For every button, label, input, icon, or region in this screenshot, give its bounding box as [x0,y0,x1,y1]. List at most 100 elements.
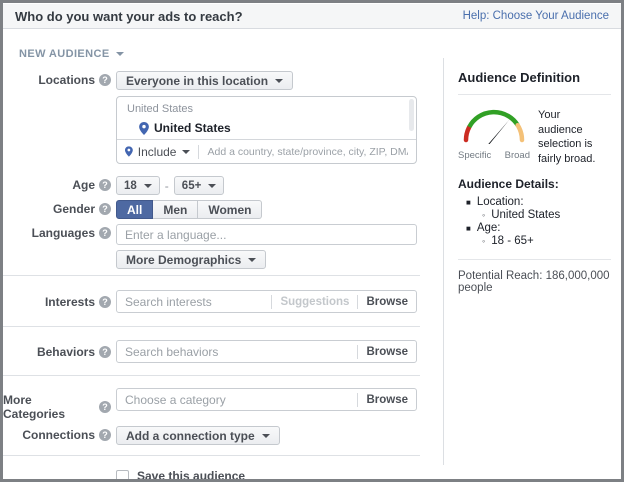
help-icon[interactable]: ? [99,296,111,308]
location-include-row: Include Add a country, state/province, c… [117,139,416,163]
more-categories-search-box[interactable]: Choose a category Browse [116,388,417,411]
save-audience-row: Save this audience [116,469,440,482]
audience-selector-label: NEW AUDIENCE [19,48,110,60]
ad-audience-window: Who do you want your ads to reach? Help:… [0,0,624,482]
save-audience-label: Save this audience [137,469,245,482]
gender-row: Gender ? All Men Women [3,200,440,219]
panel-divider [458,259,611,260]
save-audience-checkbox[interactable] [116,470,129,482]
header-bar: Who do you want your ads to reach? Help:… [3,4,621,29]
locations-row: Locations ? Everyone in this location [3,71,440,90]
audience-definition-panel: Audience Definition Specific Broad Your … [443,58,621,465]
browse-button[interactable]: Browse [366,394,408,406]
location-group-header: United States [127,103,416,115]
more-demographics-row: More Demographics [3,250,440,269]
gauge-specific-label: Specific [458,150,491,161]
bullet-icon: ■ [466,224,471,233]
panel-divider [458,94,611,95]
behaviors-row: Behaviors ? Search behaviors Browse [3,340,440,363]
connections-row: Connections ? Add a connection type [3,426,440,445]
separator [271,295,272,309]
bullet-icon: ■ [466,198,471,207]
age-min-dropdown[interactable]: 18 [116,176,160,195]
gauge-needle [487,119,510,144]
selected-location-item[interactable]: United States [139,121,416,135]
bullet-circle-icon: ◦ [482,210,485,220]
help-link[interactable]: Help: Choose Your Audience [463,10,609,22]
section-divider [3,375,420,376]
potential-reach: Potential Reach: 186,000,000 people [458,270,611,294]
separator [357,393,358,407]
page-title: Who do you want your ads to reach? [15,9,243,24]
browse-button[interactable]: Browse [366,296,408,308]
behaviors-search-box[interactable]: Search behaviors Browse [116,340,417,363]
detail-item: ■ Age: [466,222,611,234]
audience-gauge: Specific Broad Your audience selection i… [458,104,611,166]
help-icon[interactable]: ? [99,227,111,239]
help-icon[interactable]: ? [99,429,111,441]
help-icon[interactable]: ? [99,401,111,413]
gauge-message: Your audience selection is fairly broad. [538,104,604,166]
behaviors-input[interactable]: Search behaviors [125,345,349,359]
detail-item: ■ Location: [466,196,611,208]
browse-button[interactable]: Browse [366,346,408,358]
gender-option-all[interactable]: All [116,200,153,219]
gender-segmented-control: All Men Women [116,200,262,219]
section-divider [3,275,420,276]
gauge-broad-label: Broad [505,150,530,161]
scrollbar[interactable] [409,99,414,131]
more-demographics-button[interactable]: More Demographics [116,250,266,269]
help-icon[interactable]: ? [99,74,111,86]
age-max-dropdown[interactable]: 65+ [174,176,225,195]
gender-option-women[interactable]: Women [198,200,262,219]
location-search-input[interactable]: Add a country, state/province, city, ZIP… [207,146,408,158]
languages-input[interactable] [116,224,417,245]
audience-details-title: Audience Details: [458,177,611,191]
chevron-down-icon[interactable] [182,150,190,154]
section-divider [3,326,420,327]
help-icon[interactable]: ? [99,346,111,358]
chevron-down-icon [116,52,124,56]
interests-row: Interests ? Search interests Suggestions… [3,290,440,313]
more-categories-input[interactable]: Choose a category [125,393,349,407]
age-row: Age ? 18 - 65+ [3,176,440,195]
suggestions-button: Suggestions [280,296,349,308]
gauge-arc-green [469,112,517,127]
more-categories-label: More Categories [3,393,95,421]
audience-selector[interactable]: NEW AUDIENCE [3,29,440,63]
location-pin-icon [125,145,133,158]
interests-label: Interests [45,295,95,309]
audience-definition-title: Audience Definition [458,70,611,85]
help-icon[interactable]: ? [99,203,111,215]
separator [357,295,358,309]
location-pin-icon [139,122,149,135]
selected-locations-list: United States United States [117,97,416,139]
gauge-arc-red [466,127,469,140]
chevron-down-icon [262,434,270,438]
interests-search-box[interactable]: Search interests Suggestions Browse [116,290,417,313]
age-label: Age [72,178,95,192]
connections-dropdown[interactable]: Add a connection type [116,426,280,445]
more-categories-row: More Categories ? Choose a category Brow… [3,388,440,421]
audience-form: NEW AUDIENCE Locations ? Everyone in thi… [3,29,440,482]
age-separator: - [165,179,169,193]
chevron-down-icon [208,184,216,188]
help-icon[interactable]: ? [99,179,111,191]
separator [198,145,199,159]
include-dropdown-label[interactable]: Include [138,145,177,159]
gauge-arc-orange [518,125,522,140]
chevron-down-icon [248,258,256,262]
connections-label: Connections [22,428,95,442]
detail-value: ◦ United States [482,209,611,221]
gauge-dial-icon [458,104,530,144]
languages-row: Languages ? [3,224,440,245]
gender-option-men[interactable]: Men [153,200,198,219]
separator [357,345,358,359]
audience-details-list: ■ Location: ◦ United States ■ Age: ◦ 18 … [458,196,611,247]
location-mode-dropdown[interactable]: Everyone in this location [116,71,293,90]
chevron-down-icon [144,184,152,188]
bullet-circle-icon: ◦ [482,236,485,246]
languages-label: Languages [32,226,95,240]
interests-input[interactable]: Search interests [125,295,263,309]
gender-label: Gender [53,202,95,216]
